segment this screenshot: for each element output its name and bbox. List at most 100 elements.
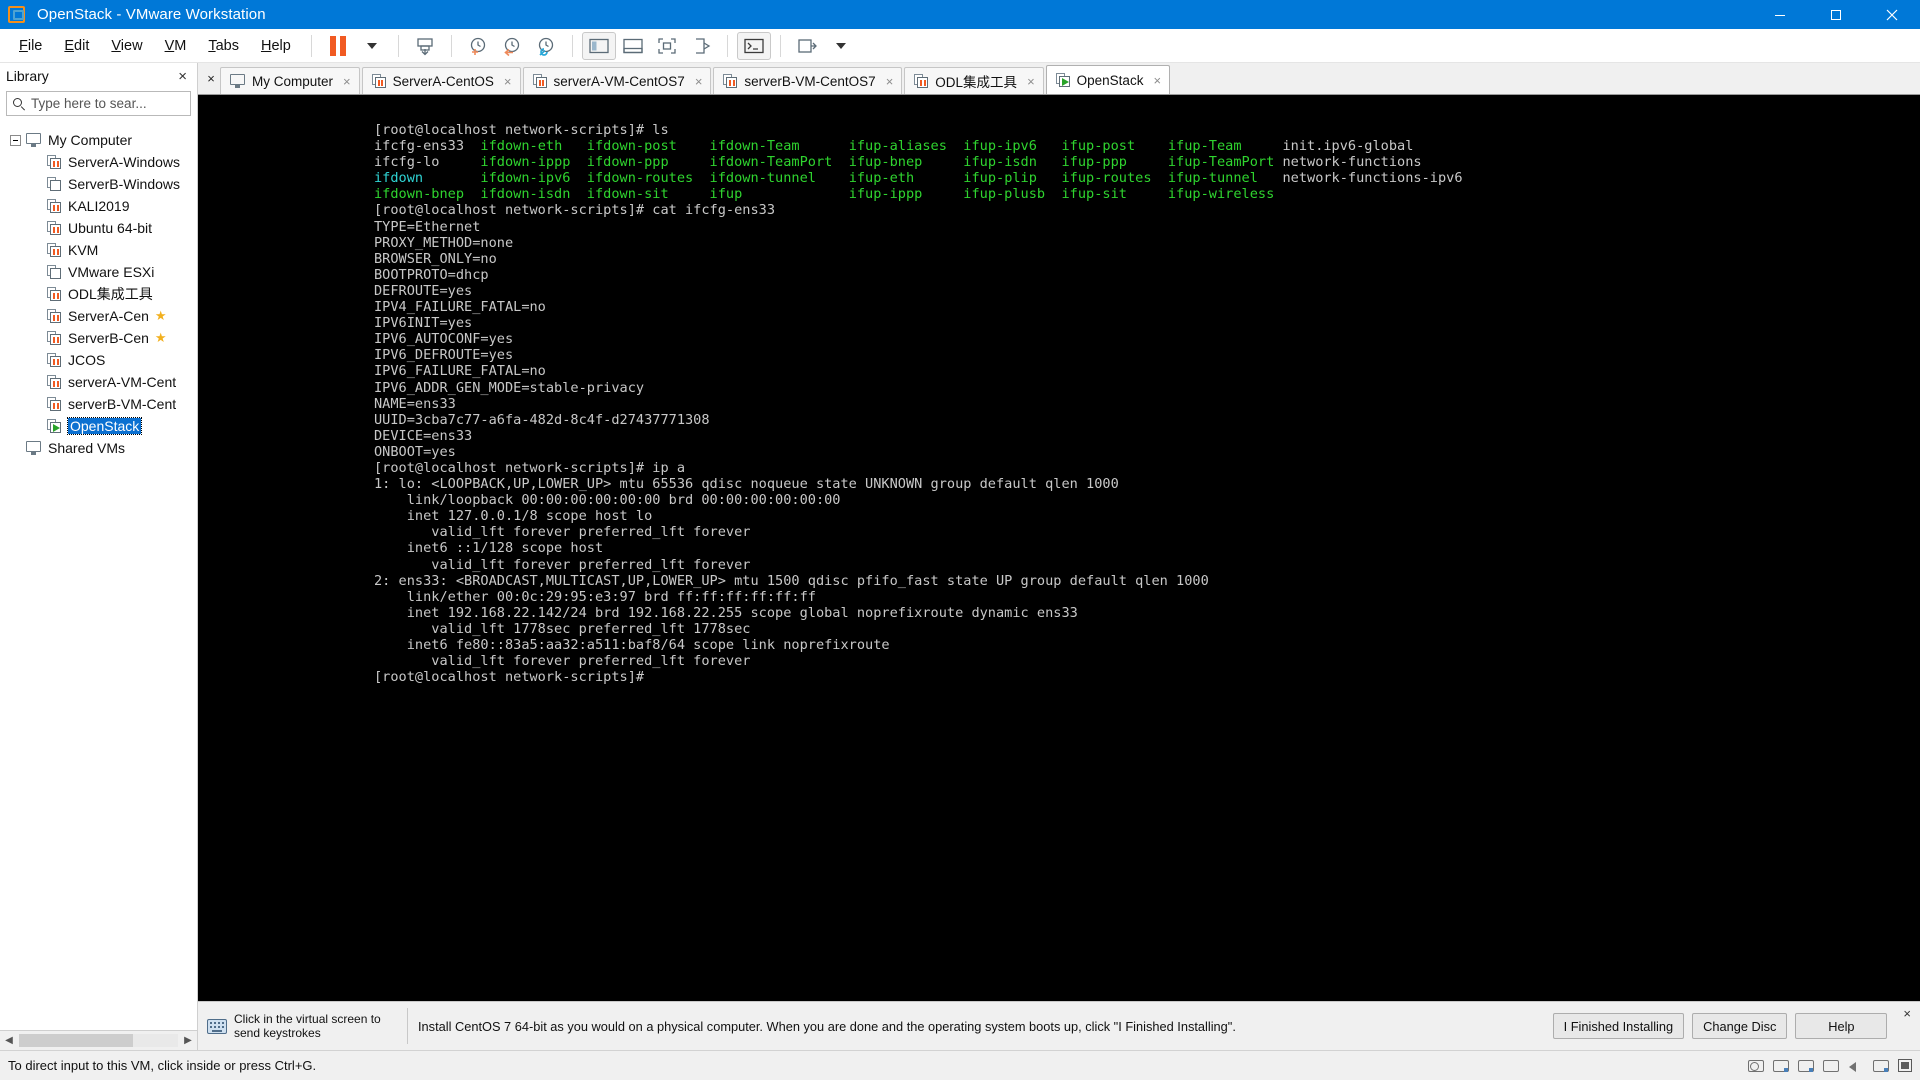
terminal-line: TYPE=Ethernet — [374, 218, 481, 235]
search-icon — [11, 96, 27, 112]
notification-bar: Click in the virtual screen to send keys… — [198, 1001, 1920, 1050]
scroll-left-arrow-icon[interactable]: ◀ — [0, 1031, 18, 1050]
tab-my-computer[interactable]: My Computer × — [220, 67, 360, 94]
collapse-icon[interactable] — [10, 134, 21, 146]
tab-close-icon[interactable]: × — [886, 74, 894, 89]
keystroke-hint: Click in the virtual screen to send keys… — [207, 1012, 397, 1040]
tab-servera-vm-centos7[interactable]: serverA-VM-CentOS7 × — [522, 67, 712, 94]
tab-close-icon[interactable]: × — [695, 74, 703, 89]
terminal-line: valid_lft forever preferred_lft forever — [374, 556, 751, 573]
keystroke-hint-line1: Click in the virtual screen to — [234, 1012, 381, 1026]
tree-item-jcos[interactable]: JCOS — [0, 349, 197, 371]
tree-item-label: OpenStack — [66, 417, 143, 435]
finished-installing-button[interactable]: I Finished Installing — [1552, 1013, 1685, 1039]
tab-label: ODL集成工具 — [935, 75, 1018, 90]
tab-serverb-vm-centos7[interactable]: serverB-VM-CentOS7 × — [713, 67, 903, 94]
usb-status-icon[interactable] — [1823, 1059, 1839, 1073]
preferences-dropdown-button[interactable] — [824, 32, 858, 60]
vm-icon — [371, 74, 387, 88]
tree-item-servera-cen[interactable]: ServerA-Cen ★ — [0, 305, 197, 327]
menu-edit[interactable]: Edit — [53, 35, 100, 57]
tree-item-kvm[interactable]: KVM — [0, 239, 197, 261]
take-snapshot-button[interactable] — [461, 32, 495, 60]
tab-close-icon[interactable]: × — [504, 74, 512, 89]
tree-item-openstack[interactable]: OpenStack — [0, 415, 197, 437]
full-screen-button[interactable] — [650, 32, 684, 60]
search-input[interactable] — [27, 96, 208, 111]
change-disc-button[interactable]: Change Disc — [1692, 1013, 1788, 1039]
unity-icon — [695, 37, 711, 54]
tab-close-icon[interactable]: × — [1027, 74, 1035, 89]
tab-close-icon[interactable]: × — [1153, 73, 1161, 88]
terminal-line: link/ether 00:0c:29:95:e3:97 brd ff:ff:f… — [374, 588, 816, 605]
tree-item-ubuntu-64-bit[interactable]: Ubuntu 64-bit — [0, 217, 197, 239]
tree-item-shared-vms[interactable]: Shared VMs — [0, 437, 197, 459]
tab-close-icon[interactable]: × — [343, 74, 351, 89]
scrollbar-track[interactable] — [19, 1034, 178, 1047]
terminal-line: IPV6_ADDR_GEN_MODE=stable-privacy — [374, 379, 645, 396]
tree-item-kali2019[interactable]: KALI2019 — [0, 195, 197, 217]
notification-divider — [407, 1008, 408, 1044]
close-library-icon[interactable]: × — [174, 68, 191, 85]
tab-odl-tools[interactable]: ODL集成工具 × — [904, 67, 1044, 94]
tree-item-servera-windows[interactable]: ServerA-Windows — [0, 151, 197, 173]
library-panel-icon — [589, 38, 609, 53]
vm-pane: × My Computer × ServerA-CentOS × serverA… — [198, 63, 1920, 1050]
virtual-machine-screen[interactable]: [root@localhost network-scripts]# ls ifcf… — [198, 94, 1920, 1001]
tree-item-my-computer[interactable]: My Computer — [0, 129, 197, 151]
tree-item-serverb-windows[interactable]: ServerB-Windows — [0, 173, 197, 195]
minimize-button[interactable] — [1752, 0, 1808, 29]
fullscreen-icon — [658, 37, 676, 54]
terminal-output: [root@localhost network-scripts]# ls ifcf… — [374, 122, 1463, 685]
tree-item-servera-vm-centos[interactable]: serverA-VM-Cent — [0, 371, 197, 393]
hard-disk-status-icon[interactable] — [1748, 1059, 1764, 1073]
send-ctrl-alt-del-button[interactable] — [790, 32, 824, 60]
vm-icon — [47, 221, 62, 235]
tree-item-serverb-vm-centos[interactable]: serverB-VM-Cent — [0, 393, 197, 415]
maximize-button[interactable] — [1808, 0, 1864, 29]
sound-status-icon[interactable] — [1848, 1059, 1864, 1073]
revert-snapshot-button[interactable] — [495, 32, 529, 60]
unity-mode-button[interactable] — [684, 32, 718, 60]
suspend-button[interactable] — [321, 32, 355, 60]
tree-item-serverb-cen[interactable]: ServerB-Cen ★ — [0, 327, 197, 349]
scroll-right-arrow-icon[interactable]: ▶ — [179, 1031, 197, 1050]
search-box[interactable] — [6, 91, 219, 116]
manage-snapshot-button[interactable] — [408, 32, 442, 60]
power-dropdown-button[interactable] — [355, 32, 389, 60]
terminal-line: IPV6_FAILURE_FATAL=no — [374, 363, 546, 380]
close-tabstrip-icon[interactable]: × — [202, 63, 220, 94]
show-thumbnails-button[interactable] — [616, 32, 650, 60]
vm-icon — [47, 287, 62, 301]
snapshot-manager-button[interactable] — [529, 32, 563, 60]
show-library-button[interactable] — [581, 31, 616, 60]
tree-item-label: VMware ESXi — [68, 264, 155, 280]
display-status-icon[interactable] — [1898, 1059, 1912, 1072]
menu-file[interactable]: FFileile — [8, 35, 53, 57]
printer-status-icon[interactable] — [1873, 1059, 1889, 1073]
tab-servera-centos[interactable]: ServerA-CentOS × — [361, 67, 521, 94]
menu-help[interactable]: Help — [250, 35, 302, 57]
monitor-icon — [26, 133, 42, 147]
notification-message: Install CentOS 7 64-bit as you would on … — [418, 1018, 1236, 1034]
help-button[interactable]: Help — [1795, 1013, 1888, 1039]
tab-openstack[interactable]: OpenStack × — [1045, 65, 1171, 94]
library-horizontal-scrollbar[interactable]: ◀ ▶ — [0, 1030, 197, 1050]
console-view-button[interactable] — [736, 31, 771, 60]
tree-item-odl-tools[interactable]: ODL集成工具 — [0, 283, 197, 305]
close-notification-icon[interactable]: × — [1903, 1002, 1911, 1021]
menu-vm[interactable]: VM — [154, 35, 198, 57]
tree-item-label: ODL集成工具 — [68, 286, 153, 302]
menu-view[interactable]: View — [100, 35, 153, 57]
tree-item-vmware-esxi[interactable]: VMware ESXi — [0, 261, 197, 283]
vm-icon — [47, 199, 62, 213]
close-button[interactable] — [1864, 0, 1920, 29]
network-status-icon[interactable] — [1798, 1059, 1814, 1073]
menu-tabs[interactable]: Tabs — [197, 35, 250, 57]
terminal-line: BROWSER_ONLY=no — [374, 250, 497, 267]
cd-dvd-status-icon[interactable] — [1773, 1059, 1789, 1073]
vm-icon-off — [47, 265, 62, 279]
window-title-bar: OpenStack - VMware Workstation — [0, 0, 1920, 29]
tree-item-label: serverB-VM-Cent — [68, 396, 177, 412]
tree-item-label: Ubuntu 64-bit — [68, 220, 153, 236]
